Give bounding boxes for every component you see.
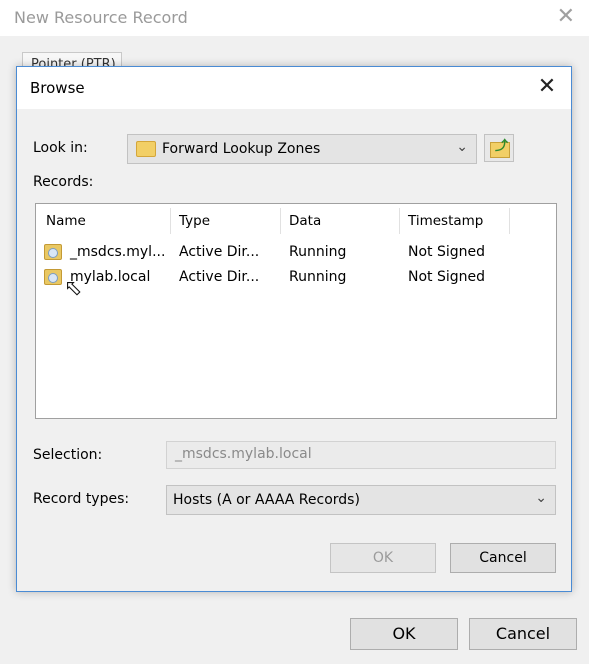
column-header-name[interactable]: Name — [38, 208, 171, 234]
browse-dialog: Browse ✕ Look in: Forward Lookup Zones ⌄… — [16, 66, 572, 592]
record-type: Active Dir... — [179, 269, 260, 285]
look-in-value: Forward Lookup Zones — [162, 141, 321, 157]
record-data: Running — [289, 244, 347, 260]
parent-close-icon[interactable]: ✕ — [557, 4, 575, 29]
record-types-dropdown[interactable]: Hosts (A or AAAA Records) ⌄ — [166, 485, 556, 515]
browse-dialog-title: Browse — [30, 79, 85, 97]
ok-button[interactable]: OK — [330, 543, 436, 573]
records-list[interactable]: Name Type Data Timestamp _msdcs.myl... A… — [35, 203, 557, 419]
record-timestamp: Not Signed — [408, 269, 486, 285]
chevron-down-icon: ⌄ — [535, 490, 547, 506]
up-arrow-icon: ⤴ — [495, 139, 509, 154]
column-header-timestamp[interactable]: Timestamp — [400, 208, 510, 234]
dns-zone-icon — [44, 269, 62, 285]
up-one-level-button[interactable]: ⤴ — [484, 134, 514, 162]
parent-title-bar: New Resource Record ✕ — [0, 0, 589, 36]
record-timestamp: Not Signed — [408, 244, 486, 260]
selection-field: _msdcs.mylab.local — [166, 441, 556, 469]
browse-title-bar: Browse ✕ — [17, 67, 571, 109]
table-row[interactable]: mylab.local Active Dir... Running Not Si… — [36, 266, 556, 290]
cancel-button[interactable]: Cancel — [450, 543, 556, 573]
look-in-dropdown[interactable]: Forward Lookup Zones ⌄ — [127, 134, 477, 164]
record-data: Running — [289, 269, 347, 285]
dns-zone-icon — [44, 244, 62, 260]
parent-dialog-title: New Resource Record — [14, 8, 188, 27]
table-row[interactable]: _msdcs.myl... Active Dir... Running Not … — [36, 241, 556, 265]
column-header-data[interactable]: Data — [281, 208, 400, 234]
records-label: Records: — [33, 174, 94, 190]
parent-ok-button[interactable]: OK — [350, 618, 458, 650]
column-header-type[interactable]: Type — [171, 208, 281, 234]
record-types-value: Hosts (A or AAAA Records) — [173, 492, 360, 508]
close-icon[interactable]: ✕ — [533, 73, 561, 101]
record-types-label: Record types: — [33, 491, 130, 507]
record-name: _msdcs.myl... — [70, 244, 166, 260]
mouse-pointer-icon: ⬁ — [64, 276, 83, 301]
record-type: Active Dir... — [179, 244, 260, 260]
look-in-label: Look in: — [33, 140, 88, 156]
folder-icon — [136, 141, 156, 157]
parent-cancel-button[interactable]: Cancel — [469, 618, 577, 650]
chevron-down-icon: ⌄ — [456, 139, 468, 155]
selection-label: Selection: — [33, 447, 103, 463]
